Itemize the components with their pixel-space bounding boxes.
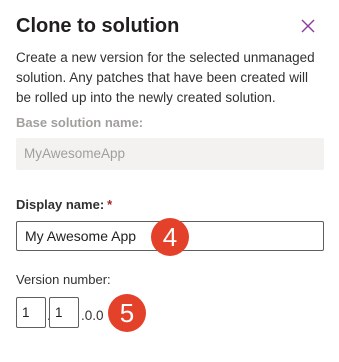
step-badge-4: 4 [151,218,189,256]
base-solution-label: Base solution name: [16,115,144,130]
close-button[interactable] [298,16,318,36]
required-marker: * [107,197,113,212]
close-icon [301,19,315,33]
version-number-label: Version number: [16,272,111,287]
panel-title: Clone to solution [16,15,180,37]
version-major-input[interactable]: 1 [16,297,46,328]
display-name-label-text: Display name: [16,197,105,212]
panel-description: Create a new version for the selected un… [16,50,315,105]
version-minor-input[interactable]: 1 [49,297,79,328]
version-suffix: .0.0 [81,308,104,323]
display-name-label: Display name: * [16,196,112,214]
base-solution-field: MyAwesomeApp [16,138,324,170]
clone-to-solution-panel: Clone to solution Create a new version f… [0,0,339,362]
step-badge-5: 5 [108,294,146,332]
